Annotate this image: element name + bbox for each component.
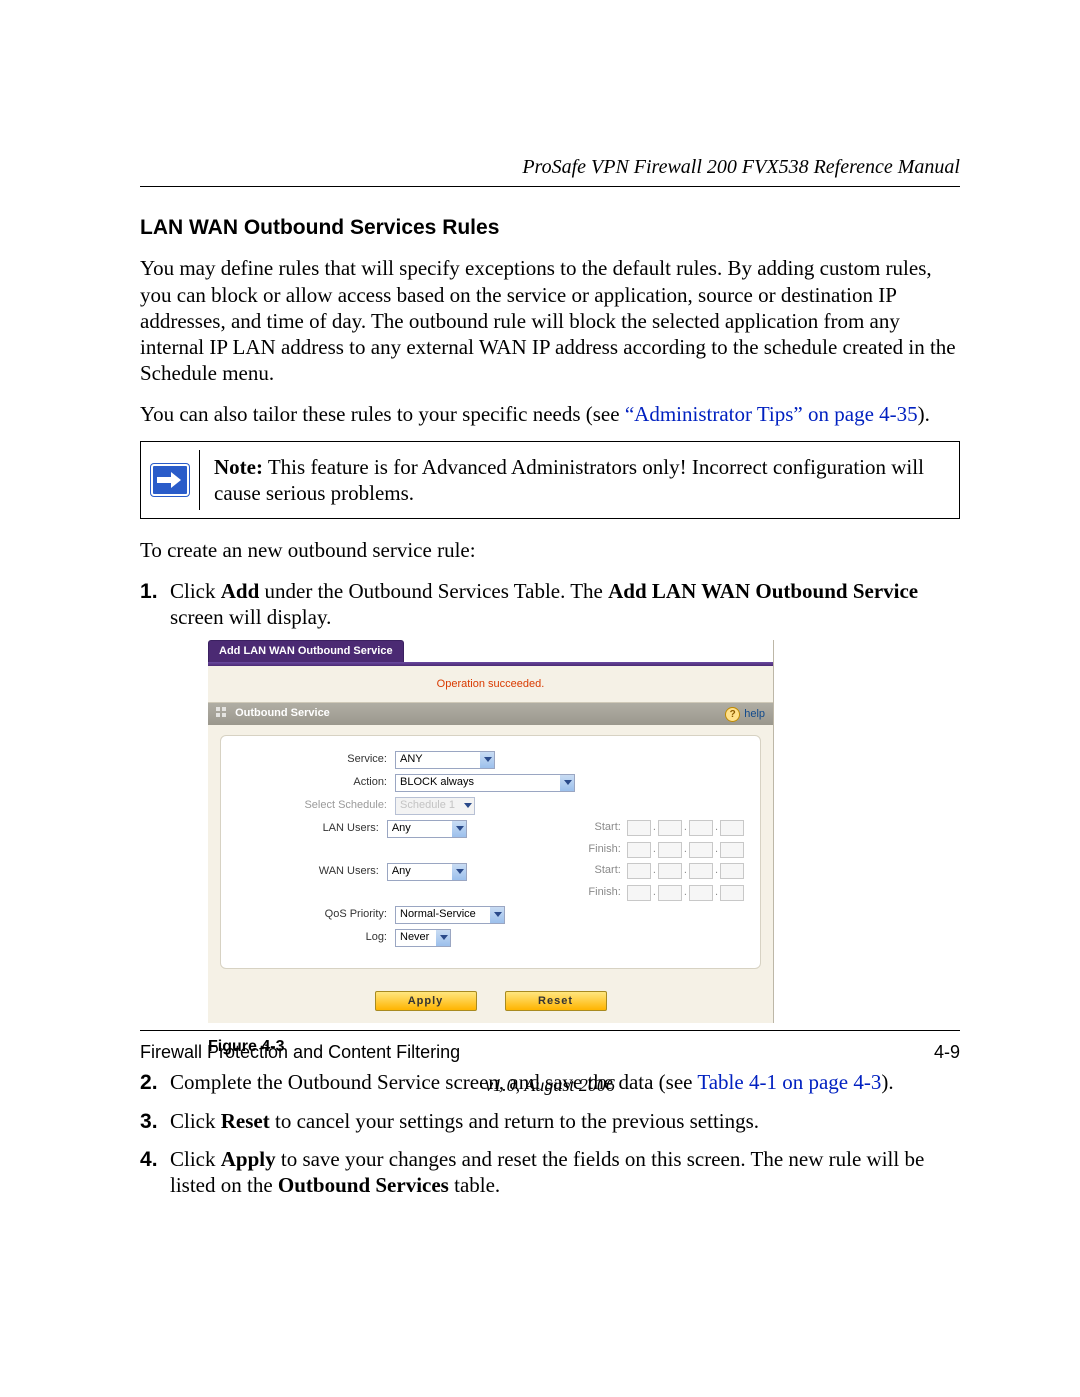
help-link[interactable]: ? help — [725, 707, 765, 722]
footer-page-number: 4-9 — [934, 1041, 960, 1064]
text-bold: Add — [221, 579, 260, 603]
label-wan-users: WAN Users: — [237, 863, 387, 879]
text-bold: Add LAN WAN Outbound Service — [608, 579, 918, 603]
apply-button[interactable]: Apply — [375, 991, 477, 1012]
text-bold: Reset — [221, 1109, 270, 1133]
schedule-select: Schedule 1 — [395, 797, 475, 815]
text: under the Outbound Services Table. The — [259, 579, 608, 603]
lan-finish-row: Finish: . . . — [577, 842, 744, 858]
note-label: Note: — [214, 455, 263, 479]
label-lan-users: LAN Users: — [237, 820, 387, 836]
text: to cancel your settings and return to th… — [270, 1109, 759, 1133]
service-select[interactable]: ANY — [395, 751, 495, 769]
ip-octet — [627, 863, 651, 879]
ip-octet — [658, 820, 682, 836]
text-bold: Outbound Services — [278, 1173, 449, 1197]
header-rule — [140, 186, 960, 187]
text: ). — [918, 402, 930, 426]
text: table. — [449, 1173, 500, 1197]
label-log: Log: — [237, 931, 395, 945]
ip-octet — [720, 863, 744, 879]
text: screen will display. — [170, 605, 331, 629]
lead-in: To create an new outbound service rule: — [140, 537, 960, 563]
step-1: Click Add under the Outbound Services Ta… — [140, 578, 960, 1058]
grid-icon — [216, 707, 226, 717]
label-action: Action: — [237, 776, 395, 790]
wan-finish-row: Finish: . . . — [577, 885, 744, 901]
help-text: help — [744, 708, 765, 720]
wan-users-select[interactable]: Any — [387, 863, 467, 881]
ip-octet — [658, 842, 682, 858]
screenshot-panel: Add LAN WAN Outbound Service Operation s… — [208, 640, 774, 1023]
text: You can also tailor these rules to your … — [140, 402, 625, 426]
text: Click — [170, 579, 221, 603]
label-qos: QoS Priority: — [237, 908, 395, 922]
reset-button[interactable]: Reset — [505, 991, 607, 1012]
footer-chapter: Firewall Protection and Content Filterin… — [140, 1041, 460, 1064]
note-box: Note: This feature is for Advanced Admin… — [140, 441, 960, 520]
label-start: Start: — [577, 821, 625, 835]
note-text: Note: This feature is for Advanced Admin… — [200, 442, 959, 519]
ip-octet — [720, 885, 744, 901]
ip-octet — [627, 885, 651, 901]
doc-header-title: ProSafe VPN Firewall 200 FVX538 Referenc… — [140, 155, 960, 180]
ip-octet — [689, 885, 713, 901]
label-start: Start: — [577, 864, 625, 878]
intro-paragraph-1: You may define rules that will specify e… — [140, 255, 960, 386]
step-3: Click Reset to cancel your settings and … — [140, 1108, 960, 1134]
qos-select[interactable]: Normal-Service — [395, 906, 505, 924]
section-bar: Outbound Service ? help — [208, 703, 773, 725]
footer-version: v1.0, August 2006 — [140, 1074, 960, 1097]
intro-paragraph-2: You can also tailor these rules to your … — [140, 401, 960, 427]
admin-tips-link[interactable]: “Administrator Tips” on page 4-35 — [625, 402, 918, 426]
lan-start-row: Start: . . . — [577, 820, 744, 836]
label-schedule: Select Schedule: — [237, 799, 395, 813]
note-icon-cell — [141, 442, 199, 519]
panel-tab[interactable]: Add LAN WAN Outbound Service — [208, 640, 404, 662]
log-select[interactable]: Never — [395, 929, 451, 947]
text-bold: Apply — [221, 1147, 276, 1171]
arrow-right-icon — [151, 464, 189, 496]
ip-octet — [658, 885, 682, 901]
ip-octet — [720, 820, 744, 836]
label-service: Service: — [237, 753, 395, 767]
section-heading: LAN WAN Outbound Services Rules — [140, 215, 960, 241]
wan-start-row: Start: . . . — [577, 863, 744, 879]
text: Click — [170, 1109, 221, 1133]
operation-message: Operation succeeded. — [208, 666, 773, 703]
footer-rule — [140, 1030, 960, 1031]
ip-octet — [627, 842, 651, 858]
lan-users-select[interactable]: Any — [387, 820, 467, 838]
step-4: Click Apply to save your changes and res… — [140, 1146, 960, 1199]
ip-octet — [658, 863, 682, 879]
ip-octet — [689, 842, 713, 858]
ip-octet — [627, 820, 651, 836]
note-body: This feature is for Advanced Administrat… — [214, 455, 924, 505]
section-bar-label: Outbound Service — [235, 707, 330, 719]
help-icon: ? — [725, 707, 740, 722]
ip-octet — [689, 863, 713, 879]
ip-octet — [720, 842, 744, 858]
ip-octet — [689, 820, 713, 836]
label-finish: Finish: — [577, 843, 625, 857]
action-select[interactable]: BLOCK always — [395, 774, 575, 792]
text: Click — [170, 1147, 221, 1171]
label-finish: Finish: — [577, 886, 625, 900]
